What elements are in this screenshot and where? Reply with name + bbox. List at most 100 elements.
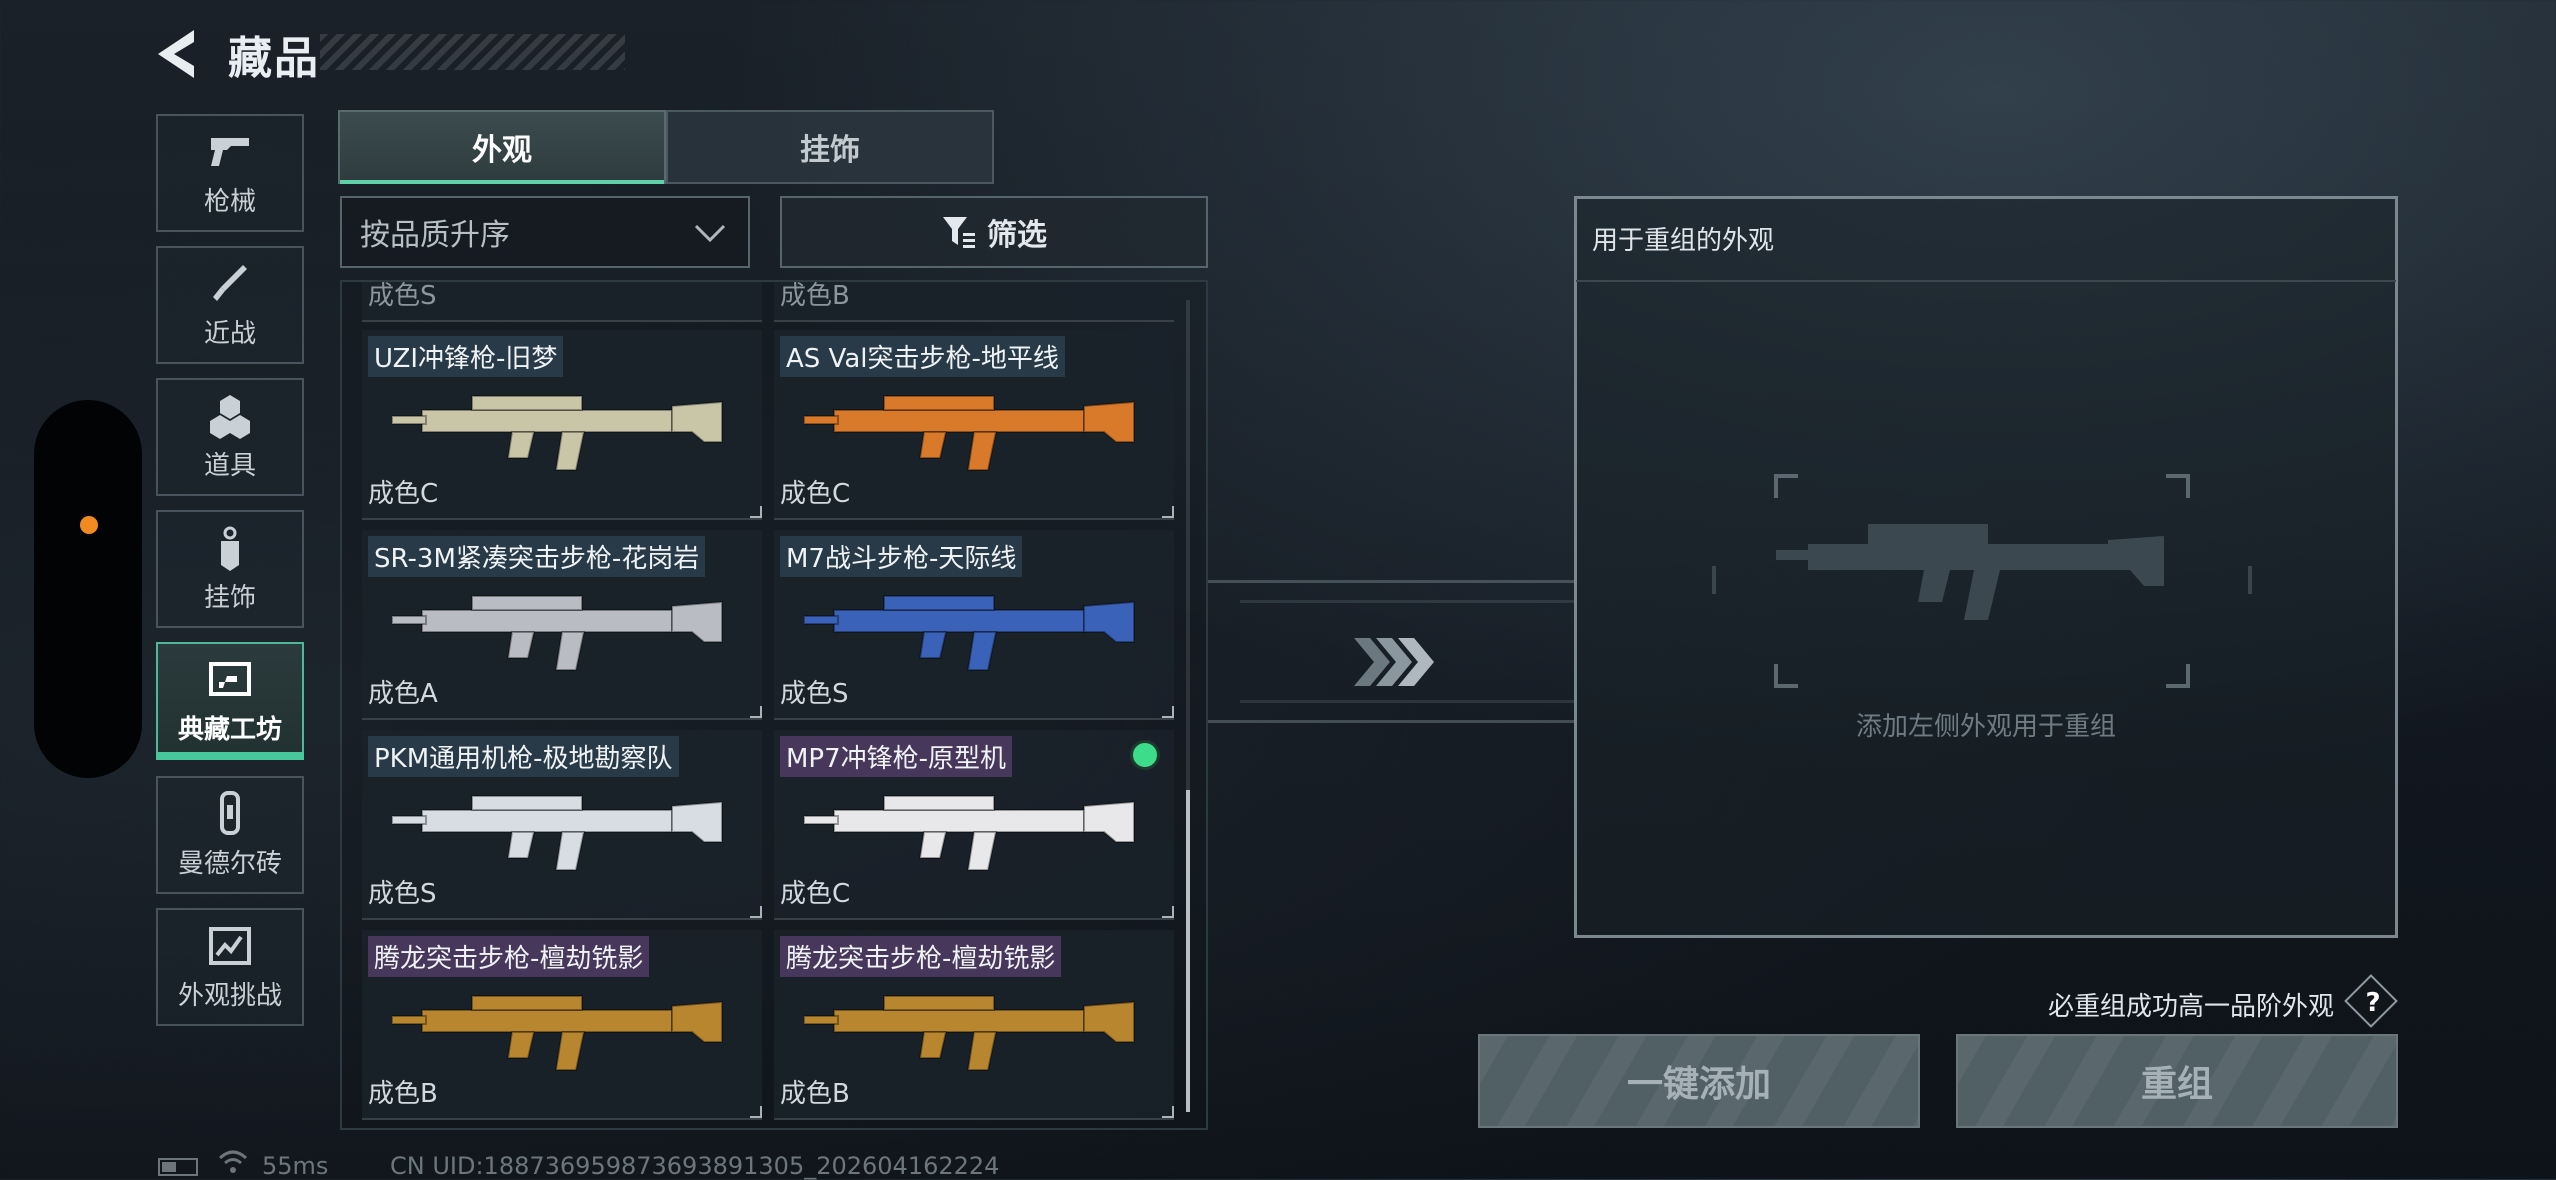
connector-line bbox=[1208, 580, 1574, 583]
skin-name: AS Val突击步枪-地平线 bbox=[780, 336, 1065, 377]
user-uid: CN UID:188736959873693891305_20260416222… bbox=[390, 1152, 1000, 1180]
back-arrow-icon bbox=[158, 30, 194, 78]
card-corner bbox=[1162, 506, 1174, 518]
filter-button[interactable]: 筛选 bbox=[780, 196, 1208, 268]
sidebar-item-workshop[interactable]: 典藏工坊 bbox=[156, 642, 304, 760]
skin-grade: 成色C bbox=[780, 879, 851, 909]
sort-dropdown[interactable]: 按品质升序 bbox=[340, 196, 750, 268]
help-question-mark: ? bbox=[2365, 988, 2381, 1018]
guarantee-text: 必重组成功高一品阶外观 bbox=[2048, 992, 2335, 1022]
sidebar-item-label: 枪械 bbox=[203, 186, 256, 217]
chevron-down-icon bbox=[694, 224, 726, 243]
skin-grid[interactable]: 成色S 成色B UZI冲锋枪-旧梦 成色C AS Val突击步枪-地平线 成色C… bbox=[340, 280, 1208, 1130]
card-corner bbox=[1162, 906, 1174, 918]
sidebar-item-label: 典藏工坊 bbox=[177, 714, 282, 745]
back-button[interactable] bbox=[152, 26, 202, 82]
sidebar-item-gadgets[interactable]: 道具 bbox=[156, 378, 304, 496]
weapon-skin-image bbox=[804, 795, 1135, 871]
sidebar-item-melee[interactable]: 近战 bbox=[156, 246, 304, 364]
skin-grade: 成色B bbox=[780, 281, 850, 311]
sidebar-item-label: 道具 bbox=[203, 450, 256, 481]
equipped-indicator bbox=[1130, 740, 1160, 770]
skin-card[interactable]: 腾龙突击步枪-檀劫铣影 成色B bbox=[362, 930, 762, 1120]
grenades-icon bbox=[207, 393, 253, 439]
slot-edge-mark bbox=[2248, 566, 2252, 594]
skin-card[interactable]: SR-3M紧凑突击步枪-花岗岩 成色A bbox=[362, 530, 762, 720]
brick-icon bbox=[207, 790, 253, 837]
slot-hint-text: 添加左侧外观用于重组 bbox=[1855, 712, 2116, 742]
skin-grade: 成色A bbox=[368, 679, 438, 709]
skin-name: UZI冲锋枪-旧梦 bbox=[368, 336, 564, 377]
sidebar-item-guns[interactable]: 枪械 bbox=[156, 114, 304, 232]
sidebar-item-label: 曼德尔砖 bbox=[177, 848, 282, 879]
sidebar-item-challenge[interactable]: 外观挑战 bbox=[156, 908, 304, 1026]
skin-grade: 成色C bbox=[780, 479, 851, 509]
skin-name: PKM通用机枪-极地勘察队 bbox=[368, 736, 679, 777]
panel-title: 用于重组的外观 bbox=[1592, 226, 1775, 256]
recombine-slot[interactable] bbox=[1774, 474, 2190, 688]
grid-scroll-thumb[interactable] bbox=[1186, 790, 1190, 1112]
add-all-button[interactable]: 一键添加 bbox=[1478, 1034, 1920, 1128]
weapon-skin-image bbox=[804, 595, 1135, 671]
tab-charm[interactable]: 挂饰 bbox=[666, 110, 994, 184]
pistol-icon bbox=[207, 129, 253, 175]
card-corner bbox=[750, 706, 762, 718]
workshop-icon bbox=[207, 657, 253, 703]
recombine-button[interactable]: 重组 bbox=[1956, 1034, 2398, 1128]
connector-line bbox=[1240, 600, 1574, 603]
skin-grade: 成色C bbox=[368, 479, 439, 509]
skin-grade: 成色S bbox=[368, 281, 437, 311]
skin-name: 腾龙突击步枪-檀劫铣影 bbox=[780, 936, 1062, 977]
title-decoration bbox=[320, 34, 625, 70]
skin-card[interactable]: PKM通用机枪-极地勘察队 成色S bbox=[362, 730, 762, 920]
sort-value: 按品质升序 bbox=[360, 218, 510, 253]
skin-grade: 成色B bbox=[368, 1079, 438, 1109]
floating-side-handle[interactable] bbox=[34, 400, 142, 778]
weapon-skin-image bbox=[804, 395, 1135, 471]
weapon-skin-image bbox=[392, 795, 723, 871]
card-corner bbox=[1162, 1106, 1174, 1118]
tab-appearance[interactable]: 外观 bbox=[338, 110, 666, 184]
knife-icon bbox=[207, 261, 253, 307]
placeholder-rifle-icon bbox=[1776, 524, 2164, 620]
filter-label: 筛选 bbox=[987, 218, 1047, 253]
slot-edge-mark bbox=[1712, 566, 1716, 594]
forward-arrows-icon bbox=[1354, 638, 1434, 686]
skin-name: MP7冲锋枪-原型机 bbox=[780, 736, 1013, 777]
connector-line bbox=[1240, 700, 1574, 703]
skin-name: M7战斗步枪-天际线 bbox=[780, 536, 1023, 577]
skin-name: SR-3M紧凑突击步枪-花岗岩 bbox=[368, 536, 706, 577]
skin-card[interactable]: 腾龙突击步枪-檀劫铣影 成色B bbox=[774, 930, 1174, 1120]
connector-line bbox=[1208, 720, 1574, 723]
card-corner bbox=[750, 1106, 762, 1118]
battery-level bbox=[162, 1162, 176, 1172]
weapon-skin-image bbox=[392, 995, 723, 1071]
skin-card[interactable]: M7战斗步枪-天际线 成色S bbox=[774, 530, 1174, 720]
skin-card-partial[interactable]: 成色B bbox=[774, 281, 1174, 322]
skin-grade: 成色B bbox=[780, 1079, 850, 1109]
skin-card[interactable]: AS Val突击步枪-地平线 成色C bbox=[774, 330, 1174, 520]
skin-card-partial[interactable]: 成色S bbox=[362, 281, 762, 322]
skin-card[interactable]: UZI冲锋枪-旧梦 成色C bbox=[362, 330, 762, 520]
panel-divider bbox=[1576, 280, 2396, 282]
challenge-map-icon bbox=[207, 923, 253, 969]
weapon-skin-image bbox=[804, 995, 1135, 1071]
card-corner bbox=[750, 506, 762, 518]
notification-dot bbox=[80, 516, 98, 534]
weapon-skin-image bbox=[392, 395, 723, 471]
sidebar-item-label: 挂饰 bbox=[203, 582, 256, 613]
filter-icon bbox=[943, 217, 975, 248]
sidebar-item-label: 外观挑战 bbox=[177, 980, 282, 1011]
skin-grade: 成色S bbox=[368, 879, 437, 909]
charm-tag-icon bbox=[207, 525, 253, 571]
card-corner bbox=[1162, 706, 1174, 718]
skin-card[interactable]: MP7冲锋枪-原型机 成色C bbox=[774, 730, 1174, 920]
ping-value: 55ms bbox=[262, 1152, 329, 1180]
skin-grade: 成色S bbox=[780, 679, 849, 709]
weapon-skin-image bbox=[392, 595, 723, 671]
sidebar-item-label: 近战 bbox=[203, 318, 256, 349]
sidebar-item-charms[interactable]: 挂饰 bbox=[156, 510, 304, 628]
sidebar-item-brick[interactable]: 曼德尔砖 bbox=[156, 776, 304, 894]
wifi-icon bbox=[218, 1150, 248, 1173]
card-corner bbox=[750, 906, 762, 918]
